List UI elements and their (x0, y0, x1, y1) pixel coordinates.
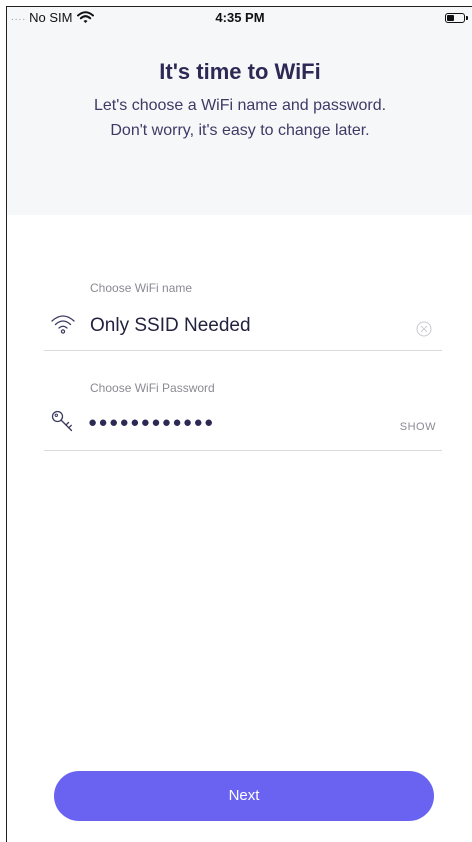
wifi-password-input[interactable]: ●●●●●●●●●●●● (88, 414, 215, 431)
wifi-icon (51, 315, 75, 334)
subtitle-line-1: Let's choose a WiFi name and password. (93, 97, 387, 114)
show-password-toggle[interactable]: SHOW (400, 421, 436, 433)
battery-tip (466, 16, 468, 20)
clear-icon[interactable] (416, 321, 432, 337)
header: It's time to WiFi Let's choose a WiFi na… (7, 29, 472, 215)
app-screen: .... No SIM 4:35 PM It's time to WiFi Le… (6, 6, 472, 842)
key-icon (51, 410, 73, 432)
wifi-name-input[interactable]: Only SSID Needed (90, 315, 251, 337)
subtitle-line-2: Don't worry, it's easy to change later. (110, 122, 370, 139)
status-bar: .... No SIM 4:35 PM (7, 7, 472, 29)
battery-level (447, 15, 454, 21)
status-time: 4:35 PM (215, 10, 265, 25)
page-title: It's time to WiFi (159, 59, 321, 84)
wifi-name-field[interactable]: Choose WiFi name Only SSID Needed (44, 281, 442, 351)
battery-icon (445, 13, 468, 23)
wifi-name-label: Choose WiFi name (90, 281, 193, 295)
wifi-password-field[interactable]: Choose WiFi Password ●●●●●●●●●●●● SHOW (44, 381, 442, 451)
next-button[interactable]: Next (54, 771, 434, 821)
wifi-password-label: Choose WiFi Password (90, 381, 215, 395)
